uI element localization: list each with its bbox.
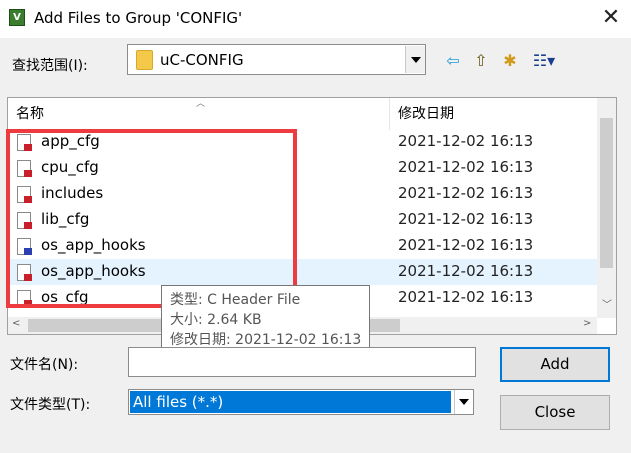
vertical-scroll-thumb[interactable] <box>600 118 613 268</box>
file-date: 2021-12-02 16:13 <box>398 236 534 254</box>
column-divider[interactable] <box>389 98 390 130</box>
title-bar: V Add Files to Group 'CONFIG' ✕ <box>0 0 631 38</box>
filetype-label: 文件类型(T): <box>10 397 91 413</box>
file-date: 2021-12-02 16:13 <box>398 288 534 306</box>
sort-caret-icon: ︿ <box>196 99 206 109</box>
file-date: 2021-12-02 16:13 <box>398 132 534 150</box>
chevron-down-icon[interactable] <box>405 46 425 73</box>
filename-label: 文件名(N): <box>10 357 79 373</box>
tooltip-size: 大小: 2.64 KB <box>170 312 262 328</box>
chevron-down-icon[interactable] <box>454 390 473 414</box>
filetype-select[interactable]: All files (*.*) <box>128 389 474 415</box>
scroll-down-icon[interactable]: ﹀ <box>602 296 612 311</box>
file-date: 2021-12-02 16:13 <box>398 184 534 202</box>
close-button[interactable]: Close <box>500 395 610 430</box>
new-folder-icon[interactable]: ✱ <box>499 50 521 72</box>
filetype-value: All files (*.*) <box>130 391 451 413</box>
file-date: 2021-12-02 16:13 <box>398 158 534 176</box>
file-date: 2021-12-02 16:13 <box>398 262 534 280</box>
vertical-scrollbar[interactable]: ﹀ <box>597 98 616 318</box>
tooltip-type: 类型: C Header File <box>170 292 301 308</box>
close-window-icon[interactable]: ✕ <box>597 4 625 32</box>
file-tooltip: 类型: C Header File 大小: 2.64 KB 修改日期: 2021… <box>161 285 370 351</box>
back-arrow-icon[interactable]: ⇦ <box>442 50 464 72</box>
scroll-right-icon[interactable]: > <box>583 318 591 329</box>
column-header-date[interactable]: 修改日期 <box>398 98 454 130</box>
app-logo-icon: V <box>9 9 25 26</box>
lookin-label: 查找范围(I): <box>12 58 88 74</box>
tooltip-modified: 修改日期: 2021-12-02 16:13 <box>170 332 362 348</box>
add-button[interactable]: Add <box>500 347 610 382</box>
filename-input[interactable] <box>128 347 476 377</box>
lookin-value: uC-CONFIG <box>160 51 244 69</box>
folder-icon <box>136 50 153 70</box>
column-header-name[interactable]: 名称 <box>16 98 44 130</box>
up-folder-icon[interactable]: ⇧ <box>470 50 492 72</box>
highlight-box <box>6 129 297 308</box>
view-menu-icon[interactable]: ☷▾ <box>529 50 559 72</box>
file-date: 2021-12-02 16:13 <box>398 210 534 228</box>
scroll-left-icon[interactable]: < <box>12 318 20 329</box>
lookin-dropdown[interactable]: uC-CONFIG <box>127 44 426 75</box>
window-title: Add Files to Group 'CONFIG' <box>34 9 243 27</box>
